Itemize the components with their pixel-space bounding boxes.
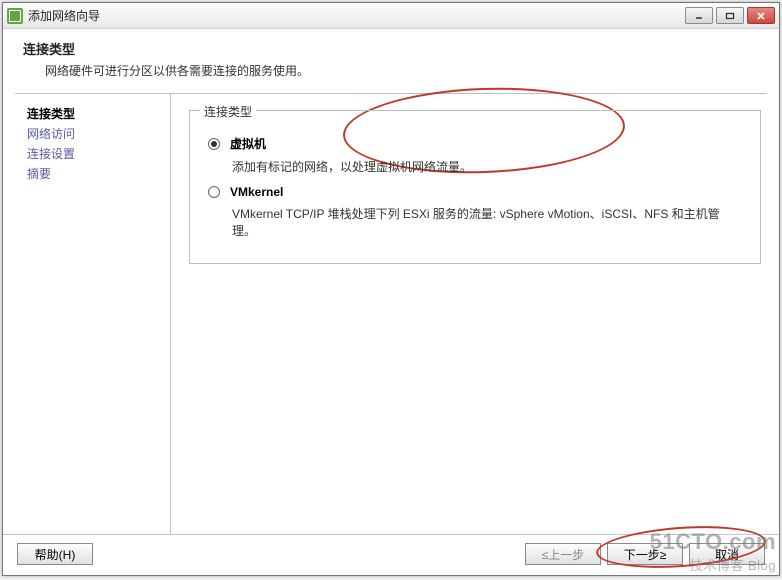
minimize-icon bbox=[694, 12, 704, 20]
next-button[interactable]: 下一步≥ bbox=[607, 543, 683, 565]
header-title: 连接类型 bbox=[23, 39, 759, 58]
sidebar-item-connection-type[interactable]: 连接类型 bbox=[27, 104, 162, 124]
radio-vmkernel-label: VMkernel bbox=[230, 185, 283, 199]
sidebar-item-network-access[interactable]: 网络访问 bbox=[27, 124, 162, 144]
radio-option-vmkernel[interactable]: VMkernel VMkernel TCP/IP 堆栈处理下列 ESXi 服务的… bbox=[208, 185, 742, 239]
window-title: 添加网络向导 bbox=[28, 7, 685, 24]
radio-vm-control[interactable] bbox=[208, 138, 220, 150]
sidebar-item-summary[interactable]: 摘要 bbox=[27, 164, 162, 184]
radio-vm-description: 添加有标记的网络，以处理虚拟机网络流量。 bbox=[232, 158, 742, 175]
radio-option-vm[interactable]: 虚拟机 添加有标记的网络，以处理虚拟机网络流量。 bbox=[208, 135, 742, 175]
close-icon bbox=[756, 12, 766, 20]
help-button[interactable]: 帮助(H) bbox=[17, 543, 93, 565]
minimize-button[interactable] bbox=[685, 7, 713, 24]
header-description: 网络硬件可进行分区以供各需要连接的服务使用。 bbox=[45, 62, 759, 79]
back-button[interactable]: ≤上一步 bbox=[525, 543, 601, 565]
body-area: 连接类型 网络访问 连接设置 摘要 连接类型 虚拟机 添加有标记的网络，以处理虚… bbox=[3, 94, 779, 534]
maximize-button[interactable] bbox=[716, 7, 744, 24]
wizard-window: 添加网络向导 连接类型 网络硬件可进行分区以供各需要连接的服务使用。 连接类型 … bbox=[2, 2, 780, 576]
header-area: 连接类型 网络硬件可进行分区以供各需要连接的服务使用。 bbox=[3, 29, 779, 93]
window-buttons bbox=[685, 7, 775, 24]
sidebar-item-connection-settings[interactable]: 连接设置 bbox=[27, 144, 162, 164]
maximize-icon bbox=[725, 12, 735, 20]
radio-vmkernel-control[interactable] bbox=[208, 186, 220, 198]
main-panel: 连接类型 虚拟机 添加有标记的网络，以处理虚拟机网络流量。 VMkernel V… bbox=[171, 94, 779, 534]
titlebar: 添加网络向导 bbox=[3, 3, 779, 29]
sidebar: 连接类型 网络访问 连接设置 摘要 bbox=[3, 94, 171, 534]
connection-type-fieldset: 连接类型 虚拟机 添加有标记的网络，以处理虚拟机网络流量。 VMkernel V… bbox=[189, 110, 761, 264]
radio-vmkernel-description: VMkernel TCP/IP 堆栈处理下列 ESXi 服务的流量: vSphe… bbox=[232, 205, 742, 239]
fieldset-legend: 连接类型 bbox=[200, 103, 256, 120]
radio-vm-label: 虚拟机 bbox=[230, 135, 266, 152]
footer-area: 帮助(H) ≤上一步 下一步≥ 取消 bbox=[3, 534, 779, 575]
cancel-button[interactable]: 取消 bbox=[689, 543, 765, 565]
close-button[interactable] bbox=[747, 7, 775, 24]
app-icon bbox=[7, 8, 23, 24]
